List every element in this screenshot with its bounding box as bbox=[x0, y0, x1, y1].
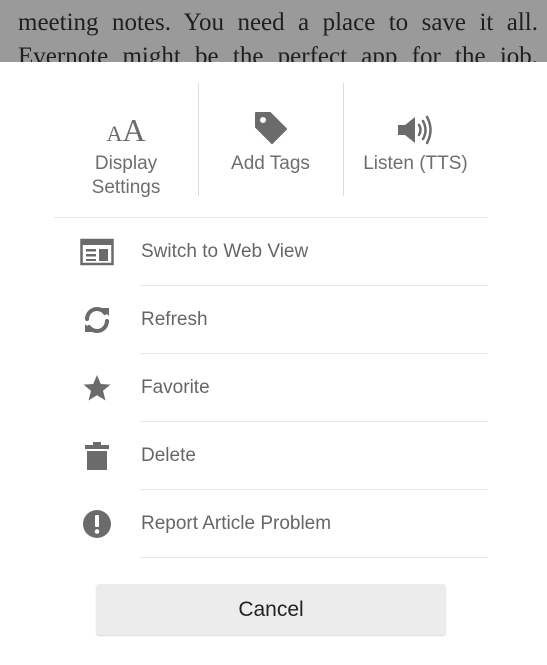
menu-item-refresh[interactable]: Refresh bbox=[0, 286, 547, 354]
font-size-small-glyph: A bbox=[106, 121, 123, 146]
tag-icon bbox=[253, 100, 289, 146]
menu-item-label: Switch to Web View bbox=[141, 241, 309, 262]
top-actions-row: AA Display Settings Add Tags Listen (TTS… bbox=[54, 62, 488, 218]
refresh-icon bbox=[79, 286, 115, 354]
separator bbox=[140, 557, 488, 558]
action-menu: Switch to Web View Refresh Favorite Dele… bbox=[0, 218, 547, 558]
add-tags-label: Add Tags bbox=[231, 153, 310, 174]
article-text: meeting notes. You need a place to save … bbox=[18, 6, 538, 62]
listen-tts-button[interactable]: Listen (TTS) bbox=[343, 62, 488, 218]
article-line: Evernote might be the perfect app for th… bbox=[18, 43, 538, 62]
alert-icon bbox=[79, 490, 115, 558]
action-sheet: AA Display Settings Add Tags Listen (TTS… bbox=[0, 62, 547, 665]
menu-item-delete[interactable]: Delete bbox=[0, 422, 547, 490]
display-settings-label-line2: Settings bbox=[91, 177, 161, 198]
screen: meeting notes. You need a place to save … bbox=[0, 0, 547, 665]
cancel-button[interactable]: Cancel bbox=[96, 584, 446, 635]
dimmed-article-background[interactable]: meeting notes. You need a place to save … bbox=[0, 0, 547, 62]
font-size-icon: AA bbox=[107, 100, 146, 146]
menu-item-report-problem[interactable]: Report Article Problem bbox=[0, 490, 547, 558]
menu-item-label: Report Article Problem bbox=[141, 513, 332, 534]
display-settings-button[interactable]: AA Display Settings bbox=[54, 62, 198, 218]
menu-item-favorite[interactable]: Favorite bbox=[0, 354, 547, 422]
web-view-icon bbox=[79, 218, 115, 286]
display-settings-label: Display Settings bbox=[92, 152, 161, 200]
star-icon bbox=[79, 354, 115, 422]
display-settings-label-line1: Display bbox=[94, 153, 158, 174]
menu-item-label: Favorite bbox=[141, 377, 210, 398]
menu-item-label: Delete bbox=[141, 445, 196, 466]
listen-tts-label: Listen (TTS) bbox=[363, 153, 468, 174]
article-line: meeting notes. You need a place to save … bbox=[18, 9, 538, 36]
trash-icon bbox=[79, 422, 115, 490]
font-size-large-glyph: A bbox=[122, 112, 146, 148]
add-tags-button[interactable]: Add Tags bbox=[198, 62, 343, 218]
speaker-icon bbox=[396, 100, 436, 146]
menu-item-label: Refresh bbox=[141, 309, 208, 330]
menu-item-web-view[interactable]: Switch to Web View bbox=[0, 218, 547, 286]
